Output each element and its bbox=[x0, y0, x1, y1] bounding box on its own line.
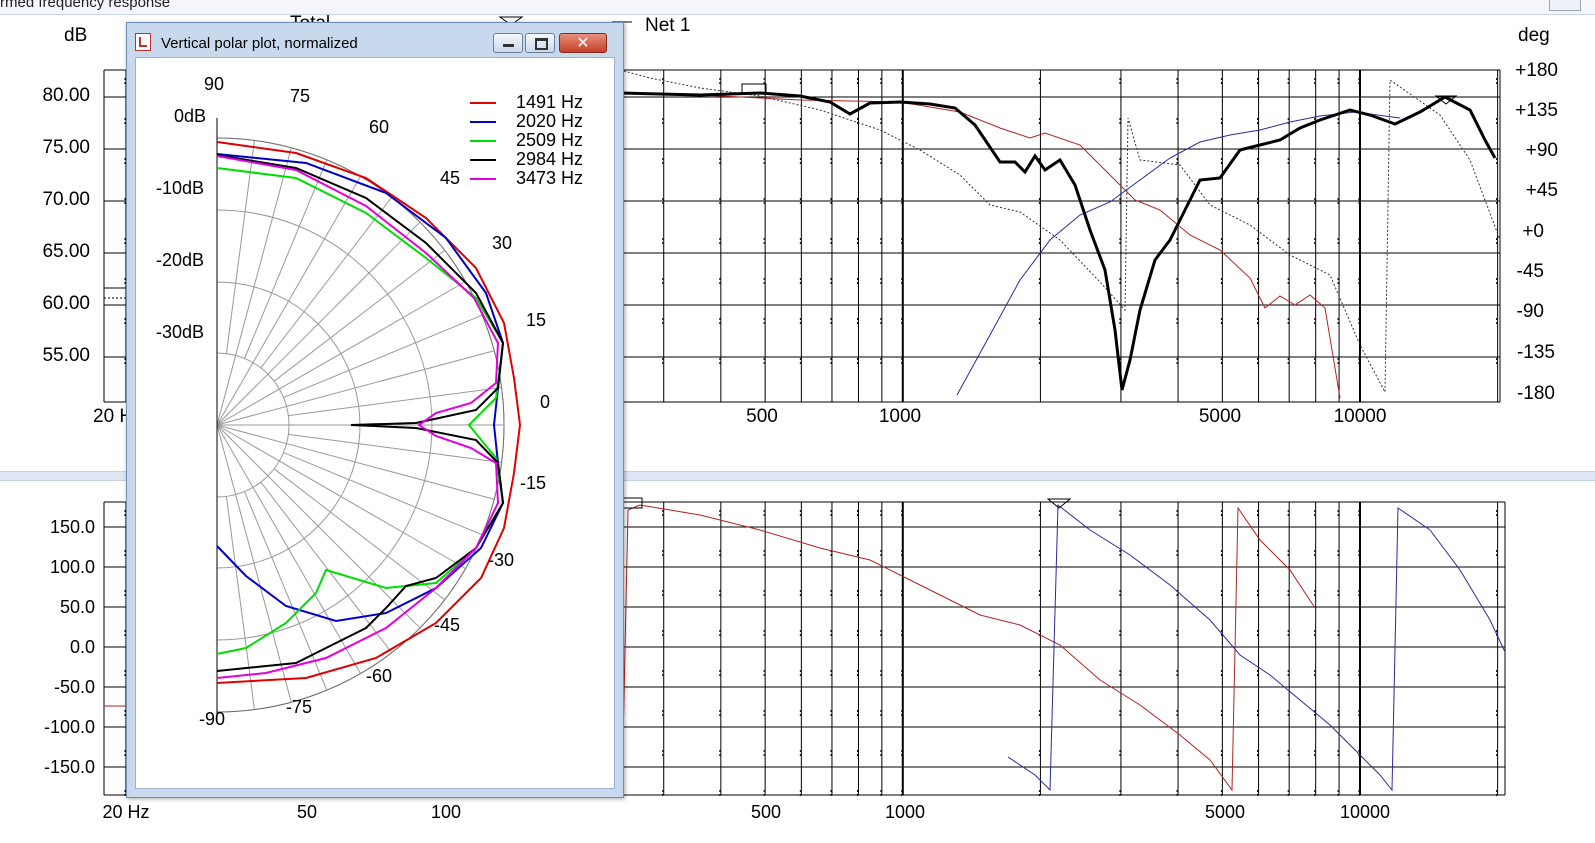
polar-angle-label: 30 bbox=[492, 233, 513, 253]
polar-angle-label: 15 bbox=[526, 310, 547, 330]
bottom-x-tick: 10000 bbox=[1339, 802, 1391, 822]
bottom-x-tick: 5000 bbox=[1204, 802, 1246, 822]
polar-curve-2509hz bbox=[216, 167, 505, 655]
polar-angle-label: 75 bbox=[290, 86, 311, 106]
polar-db-label: -30dB bbox=[156, 322, 205, 342]
bottom-y-tick: -100.0 bbox=[43, 717, 95, 737]
close-button[interactable]: ✕ bbox=[559, 33, 607, 53]
legend-label-2509: 2509 Hz bbox=[516, 130, 584, 150]
polar-angle-label: 60 bbox=[369, 117, 390, 137]
bottom-x-tick: 500 bbox=[750, 802, 782, 822]
legend-label-1491: 1491 Hz bbox=[516, 92, 584, 112]
polar-db-label: -10dB bbox=[156, 178, 205, 198]
polar-angle-label: -30 bbox=[488, 550, 515, 570]
polar-angle-label: 0 bbox=[540, 392, 551, 412]
polar-angle-label: -75 bbox=[286, 697, 313, 717]
bottom-x-tick: 50 bbox=[296, 802, 318, 822]
legend-swatch-2020 bbox=[470, 121, 496, 123]
polar-angle-label: -45 bbox=[434, 615, 461, 635]
polar-angle-label: 45 bbox=[440, 168, 461, 188]
polar-window-title: Vertical polar plot, normalized bbox=[161, 35, 358, 52]
polar-curve-3473hz bbox=[216, 155, 500, 679]
legend-swatch-2509 bbox=[470, 140, 496, 142]
legend-label-2020: 2020 Hz bbox=[516, 111, 584, 131]
polar-plot-area: 0dB -10dB -20dB -30dB 90 75 60 45 30 15 … bbox=[135, 57, 615, 789]
legend-swatch-2984 bbox=[470, 159, 496, 161]
bottom-y-tick: -50.0 bbox=[53, 677, 95, 697]
legend-label-3473: 3473 Hz bbox=[516, 168, 584, 188]
bottom-x-tick: 20 Hz bbox=[102, 802, 150, 822]
legend-swatch-1491 bbox=[470, 102, 496, 104]
polar-db-label: 0dB bbox=[174, 106, 207, 126]
legend-swatch-3473 bbox=[470, 178, 496, 180]
polar-db-label: -20dB bbox=[156, 250, 205, 270]
minimize-button[interactable] bbox=[493, 33, 523, 53]
polar-curve-2020hz bbox=[216, 153, 505, 623]
polar-angle-label: 90 bbox=[204, 74, 225, 94]
bottom-y-tick: 150.0 bbox=[49, 517, 95, 537]
bottom-y-tick: 50.0 bbox=[59, 597, 95, 617]
bottom-y-tick: 0.0 bbox=[69, 637, 95, 657]
bottom-x-tick: 100 bbox=[430, 802, 462, 822]
bottom-y-tick: 100.0 bbox=[49, 557, 95, 577]
polar-angle-label: -15 bbox=[520, 473, 547, 493]
app-icon[interactable] bbox=[135, 33, 151, 51]
bottom-x-tick: 1000 bbox=[884, 802, 926, 822]
polar-plot-window[interactable]: Vertical polar plot, normalized ✕ 0dB -1… bbox=[126, 22, 624, 798]
polar-angle-label: -60 bbox=[366, 666, 393, 686]
bottom-y-tick: -150.0 bbox=[43, 757, 95, 777]
maximize-button[interactable] bbox=[525, 33, 555, 53]
close-icon: ✕ bbox=[576, 35, 590, 52]
legend-label-2984: 2984 Hz bbox=[516, 149, 584, 169]
bottom-triangle-marker bbox=[1046, 498, 1072, 509]
polar-window-titlebar[interactable]: Vertical polar plot, normalized ✕ bbox=[127, 23, 623, 57]
polar-angle-label: -90 bbox=[199, 709, 226, 729]
